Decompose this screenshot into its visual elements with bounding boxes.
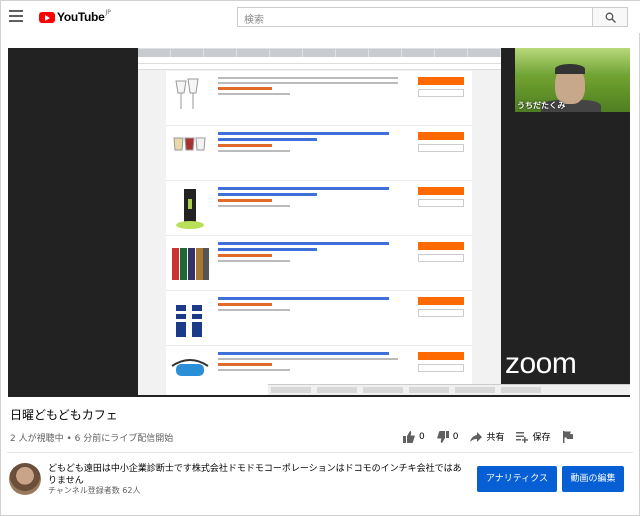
report-button[interactable] [562, 430, 578, 443]
contact-supplier-button [418, 187, 464, 195]
chat-button [418, 144, 464, 152]
play-logo-icon [39, 11, 55, 23]
share-button[interactable]: 共有 [470, 430, 504, 443]
youtube-logo[interactable]: YouTube JP [39, 8, 111, 24]
list-item [166, 181, 472, 236]
contact-supplier-button [418, 297, 464, 305]
save-button[interactable]: 保存 [516, 430, 551, 443]
logo-region: JP [105, 8, 111, 16]
contact-supplier-button [418, 77, 464, 85]
like-count: 0 [419, 431, 425, 442]
analytics-button[interactable]: アナリティクス [477, 466, 557, 492]
view-meta: 2 人が視聴中 • 6 分前にライブ配信開始 [10, 434, 174, 444]
menu-icon[interactable] [9, 10, 23, 22]
list-item [166, 71, 472, 126]
contact-supplier-button [418, 242, 464, 250]
chat-button [418, 199, 464, 207]
action-bar: 0 0 共有 保存 [403, 430, 590, 443]
dislike-button[interactable]: 0 [436, 430, 459, 443]
contact-supplier-button [418, 352, 464, 360]
zoom-watermark: zoom [505, 347, 577, 380]
list-item [166, 291, 472, 346]
divider [7, 452, 633, 453]
webcam-feed: うちだたくみ [515, 48, 630, 112]
shared-screen [138, 48, 630, 395]
like-button[interactable]: 0 [403, 430, 425, 443]
wine-glass-image [173, 137, 206, 151]
chat-button [418, 309, 464, 317]
top-bar: YouTube JP 検索 [1, 1, 640, 33]
product-list [166, 71, 472, 395]
wine-glass-image [175, 78, 199, 109]
bottle-cooler-image [176, 305, 202, 337]
taskbar [268, 384, 630, 395]
list-item [166, 236, 472, 291]
chat-button [418, 364, 464, 372]
chat-button [418, 254, 464, 262]
bottle-cover-image [172, 248, 209, 280]
webcam-name-label: うちだたくみ [517, 101, 566, 110]
wine-bag-image [176, 189, 204, 229]
share-label: 共有 [486, 433, 505, 443]
search-icon [605, 12, 616, 23]
chat-button [418, 89, 464, 97]
channel-avatar[interactable] [9, 463, 41, 495]
bookmark-bar [138, 64, 501, 70]
flag-icon [562, 430, 573, 443]
dislike-count: 0 [452, 431, 459, 442]
search-button[interactable] [592, 7, 628, 27]
browser-tabs [138, 48, 501, 57]
playlist-add-icon [516, 431, 529, 443]
video-player[interactable]: うちだたくみ zoom [8, 48, 630, 397]
logo-text: YouTube [57, 10, 105, 24]
search-input[interactable]: 検索 [237, 7, 593, 27]
video-title: 日曜どもどもカフェ [10, 408, 118, 422]
thumbs-down-icon [436, 430, 449, 443]
save-label: 保存 [532, 433, 551, 443]
contact-supplier-button [418, 132, 464, 140]
channel-name[interactable]: どもども遠田は中小企業診断士です株式会社ドモドモコーポレーションはドコモのインチ… [48, 463, 468, 487]
address-bar [138, 57, 501, 64]
thumbs-up-icon [403, 430, 415, 443]
edit-video-button[interactable]: 動画の編集 [562, 466, 624, 492]
list-item [166, 126, 472, 181]
waist-bag-image [171, 359, 209, 376]
subscriber-count: チャンネル登録者数 62人 [48, 486, 141, 495]
youtube-page: YouTube JP 検索 うちだたくみ zoom 日曜どもどもカフェ 2 人が… [0, 0, 640, 516]
share-icon [470, 431, 483, 442]
